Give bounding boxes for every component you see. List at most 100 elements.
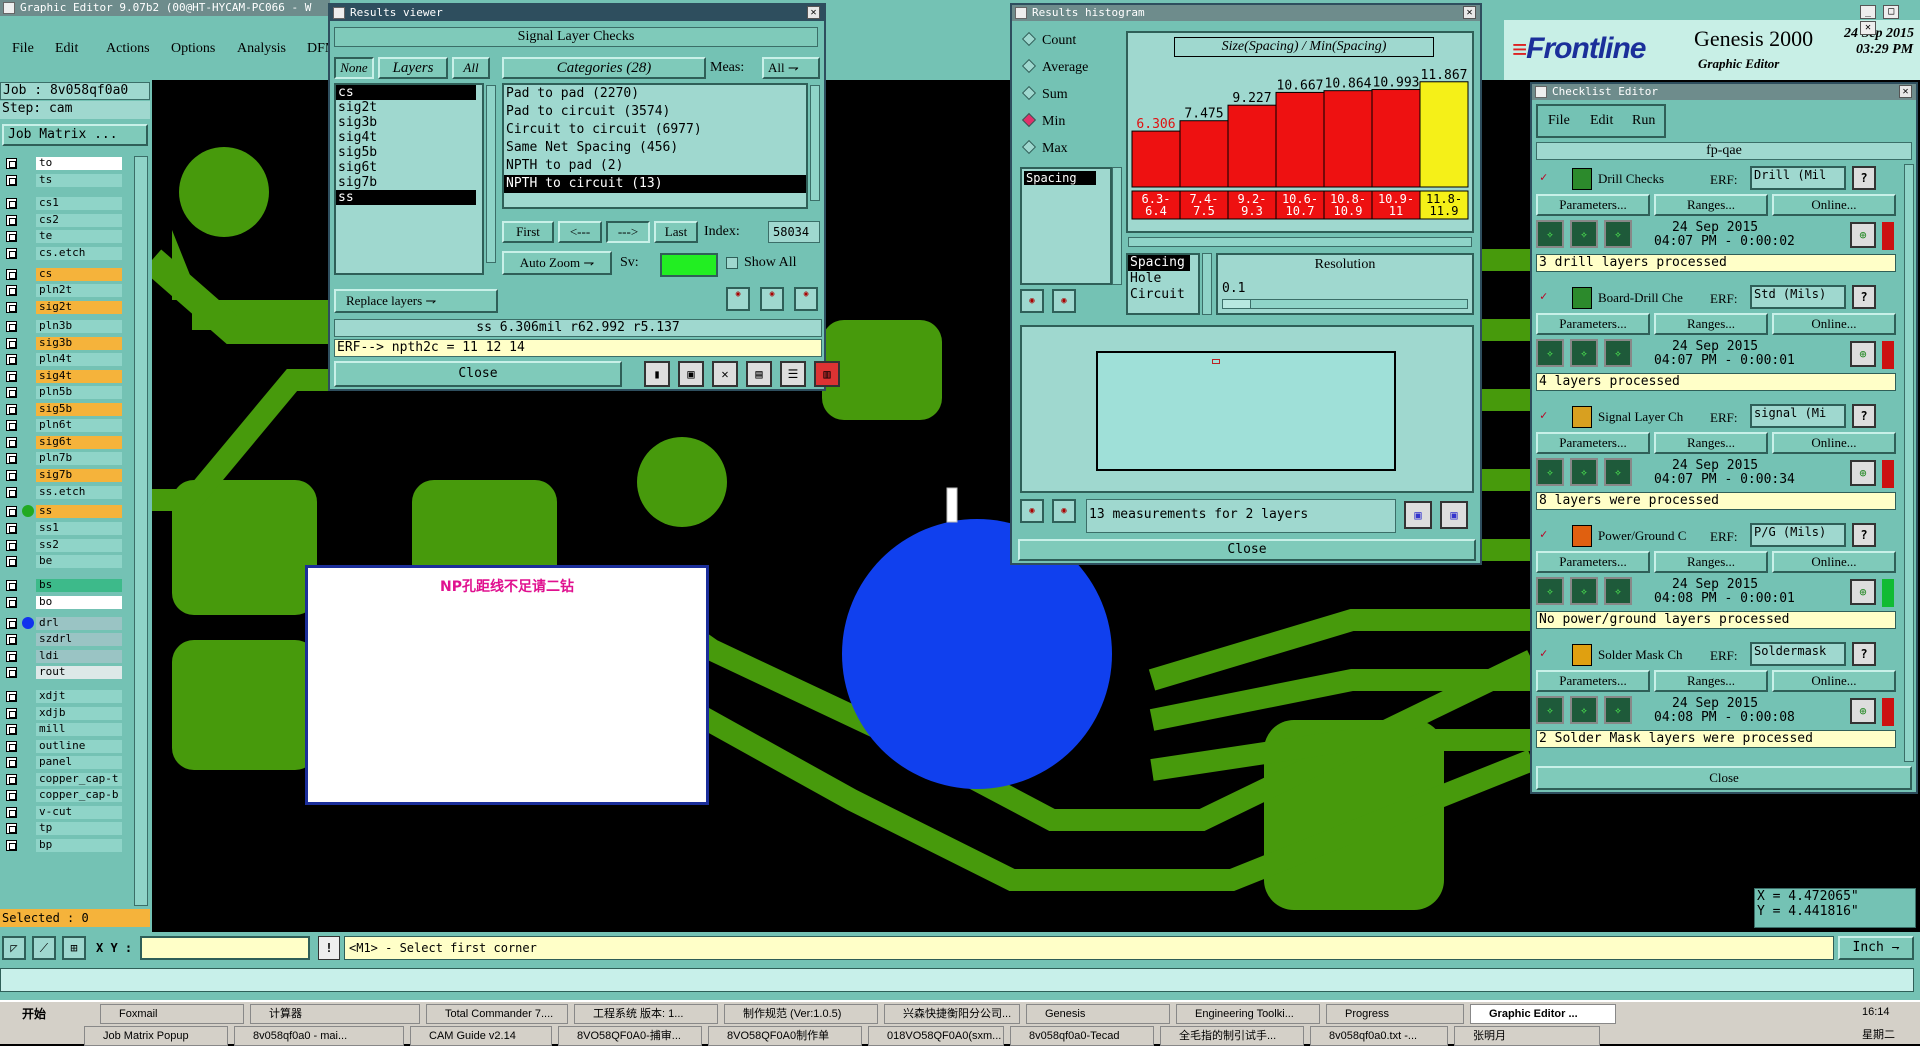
taskbar-item[interactable]: CAM Guide v2.14	[410, 1026, 552, 1046]
meas-dropdown[interactable]: All ⇁	[762, 57, 820, 79]
ranges-button[interactable]: Ranges...	[1654, 432, 1768, 454]
histogram-bar[interactable]	[1275, 91, 1325, 188]
layer-checkbox[interactable]	[6, 757, 17, 768]
layer-row[interactable]: rout	[4, 665, 122, 680]
layer-row[interactable]: ss.etch	[4, 485, 122, 500]
parameters-button[interactable]: Parameters...	[1536, 313, 1650, 335]
layer-checkbox[interactable]	[6, 387, 17, 398]
next-button[interactable]: --->	[606, 221, 650, 243]
parameters-button[interactable]: Parameters...	[1536, 194, 1650, 216]
report-icon[interactable]: ☰	[780, 361, 806, 387]
ranges-button[interactable]: Ranges...	[1654, 194, 1768, 216]
help-icon[interactable]: ?	[1852, 523, 1876, 547]
results-viewer-titlebar[interactable]: Results viewer ✕	[330, 5, 824, 21]
layer-row[interactable]: mill	[4, 722, 122, 737]
layer-checkbox[interactable]	[6, 596, 17, 608]
menu-file[interactable]: File	[12, 41, 34, 57]
chart-scrollbar[interactable]	[1128, 237, 1472, 247]
run-icon[interactable]: ✧	[1536, 339, 1564, 367]
taskbar-item[interactable]: 8VO58QF0A0制作单	[708, 1026, 862, 1046]
taskbar-item[interactable]: 8v058qf0a0.txt -...	[1310, 1026, 1448, 1046]
layer-row[interactable]: pln2t	[4, 283, 122, 298]
category-item[interactable]: Circuit to circuit (6977)	[504, 121, 806, 139]
result-layer-item[interactable]: sig6t	[336, 160, 476, 175]
taskbar-item[interactable]: 兴森快捷衡阳分公司...	[884, 1004, 1020, 1024]
radio-icon[interactable]	[1021, 139, 1037, 155]
taskbar-item[interactable]: Foxmail	[100, 1004, 244, 1024]
result-layer-item[interactable]: ss	[336, 190, 476, 205]
zoom-report-icon[interactable]: ⊕	[1850, 579, 1876, 605]
layer-row[interactable]: ts	[4, 173, 122, 188]
list-item-spacing[interactable]: Spacing	[1024, 171, 1096, 185]
layer-checkbox[interactable]	[6, 539, 17, 551]
run-step-icon[interactable]: ✧	[1604, 458, 1632, 486]
layer-row[interactable]: cs2	[4, 213, 122, 228]
result-layer-item[interactable]: sig4t	[336, 130, 476, 145]
layer-checkbox[interactable]	[6, 486, 17, 498]
layer-checkbox[interactable]	[6, 436, 17, 448]
stat-option[interactable]: Min	[1020, 112, 1065, 134]
layer-row[interactable]: bo	[4, 595, 122, 610]
menu-options[interactable]: Options	[171, 41, 215, 57]
layer-row[interactable]: cs.etch	[4, 246, 122, 261]
layer-checkbox[interactable]	[6, 174, 17, 186]
ref-icon[interactable]: ◉	[1052, 289, 1076, 313]
ranges-button[interactable]: Ranges...	[1654, 670, 1768, 692]
categories-header[interactable]: Categories (28)	[502, 57, 706, 79]
layer-checkbox[interactable]	[6, 337, 17, 349]
layer-row[interactable]: ss2	[4, 538, 122, 553]
results-close-button[interactable]: Close	[334, 361, 622, 387]
category-item[interactable]: NPTH to circuit (13)	[504, 175, 806, 193]
layer-checkbox[interactable]	[6, 420, 17, 431]
checklist-menu-file[interactable]: File	[1548, 113, 1570, 129]
checklist-close-button[interactable]: Close	[1536, 766, 1912, 790]
layer-checkbox[interactable]	[6, 691, 17, 702]
result-layer-item[interactable]: sig2t	[336, 100, 476, 115]
layer-row[interactable]: ldi	[4, 649, 122, 664]
grid-tool-icon[interactable]: ⊞	[62, 936, 86, 960]
online-button[interactable]: Online...	[1772, 551, 1896, 573]
slider-thumb[interactable]	[1223, 300, 1251, 308]
taskbar-item[interactable]: Genesis	[1026, 1004, 1170, 1024]
check-enabled-icon[interactable]: ✓	[1540, 289, 1547, 303]
layer-row[interactable]: be	[4, 554, 122, 569]
check-name[interactable]: Signal Layer Ch	[1598, 409, 1708, 425]
check-enabled-icon[interactable]: ✓	[1540, 527, 1547, 541]
histogram-bar[interactable]	[1419, 81, 1469, 188]
category-list[interactable]: Pad to pad (2270) Pad to circuit (3574) Ci…	[502, 83, 808, 209]
layer-row[interactable]: tp	[4, 821, 122, 836]
info-icon[interactable]: !	[318, 936, 340, 960]
help-icon[interactable]: ?	[1852, 166, 1876, 190]
run-icon[interactable]: ✧	[1536, 696, 1564, 724]
help-icon[interactable]: ?	[1852, 404, 1876, 428]
erf-field[interactable]: Soldermask	[1750, 642, 1846, 666]
layer-row[interactable]: te	[4, 229, 122, 244]
close-icon[interactable]: ✕	[807, 6, 820, 19]
stat-option[interactable]: Count	[1020, 31, 1076, 53]
category-item[interactable]: Same Net Spacing (456)	[504, 139, 806, 157]
index-field[interactable]: 58034	[768, 221, 820, 243]
histogram-bar[interactable]	[1323, 90, 1373, 188]
layer-checkbox[interactable]	[6, 556, 17, 567]
histogram-bar[interactable]	[1179, 120, 1229, 188]
show-all-checkbox[interactable]	[726, 257, 738, 269]
run-all-icon[interactable]: ✧	[1570, 577, 1598, 605]
histogram-titlebar[interactable]: Results histogram ✕	[1012, 5, 1480, 21]
ranges-button[interactable]: Ranges...	[1654, 551, 1768, 573]
layer-checkbox[interactable]	[6, 634, 17, 645]
online-button[interactable]: Online...	[1772, 432, 1896, 454]
run-all-icon[interactable]: ✧	[1570, 220, 1598, 248]
run-step-icon[interactable]: ✧	[1604, 696, 1632, 724]
online-button[interactable]: Online...	[1772, 313, 1896, 335]
layer-row[interactable]: xdjb	[4, 706, 122, 721]
taskbar-item[interactable]: Graphic Editor ...	[1470, 1004, 1616, 1024]
checklist-titlebar[interactable]: Checklist Editor ✕	[1532, 84, 1916, 100]
category-scrollbar[interactable]	[810, 85, 820, 201]
type-list[interactable]: Spacing Hole Circuit	[1126, 253, 1200, 315]
layer-row[interactable]: sig4t	[4, 369, 122, 384]
layer-row[interactable]: bp	[4, 838, 122, 853]
result-layer-item[interactable]: cs	[336, 85, 476, 100]
category-item[interactable]: Pad to pad (2270)	[504, 85, 806, 103]
layer-checkbox[interactable]	[6, 285, 17, 296]
layer-row[interactable]: pln7b	[4, 451, 122, 466]
